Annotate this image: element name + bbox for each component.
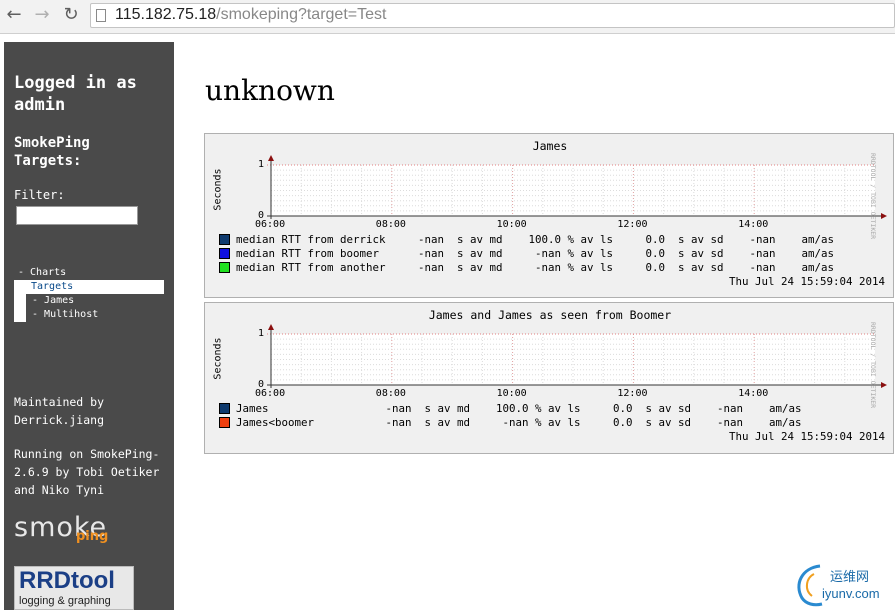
login-user: admin: [14, 95, 66, 115]
smokeping-logo[interactable]: smoke ping: [14, 512, 139, 550]
watermark-cn: 运维网: [830, 570, 870, 585]
targets-heading-line-1: SmokePing: [14, 135, 90, 151]
menu-item-multihost[interactable]: - Multihost: [26, 308, 98, 322]
menu-item-james-row: - James: [14, 294, 164, 308]
graph-vendor-label: RRDTOOL / TOBI OETIKER: [869, 153, 877, 240]
x-tick-label: 10:00: [496, 388, 527, 399]
page-title: unknown: [205, 74, 335, 107]
legend-swatch: [219, 233, 230, 245]
legend-swatch: [219, 247, 230, 259]
page-icon: [96, 9, 106, 22]
x-tick-label: 12:00: [617, 388, 648, 399]
target-menu: - Charts Targets - James - Multihost: [14, 266, 164, 322]
y-axis-arrow-icon: [268, 324, 274, 330]
graph-y-label: Seconds: [212, 337, 224, 380]
maintainer-line-1: Maintained by: [14, 395, 105, 409]
back-icon[interactable]: ←: [3, 4, 25, 26]
x-tick-label: 12:00: [617, 219, 648, 230]
legend-swatch: [219, 261, 230, 273]
rrdtool-logo-sub: logging & graphing: [19, 595, 111, 607]
x-tick-label: 06:00: [255, 388, 286, 399]
login-status: Logged in as admin: [14, 72, 137, 116]
graph-timestamp: Thu Jul 24 15:59:04 2014: [728, 430, 885, 443]
legend-row: James -nan s av md 100.0 % av ls 0.0 s a…: [219, 402, 802, 416]
y-tick-label: 1: [258, 328, 265, 339]
legend-swatch: [219, 416, 230, 428]
address-bar[interactable]: 115.182.75.18/smokeping?target=Test: [90, 3, 895, 28]
menu-item-charts[interactable]: - Charts: [18, 266, 164, 280]
x-tick-label: 14:00: [738, 219, 769, 230]
legend-text: median RTT from derrick -nan s av md 100…: [236, 233, 835, 246]
x-tick-label: 06:00: [255, 219, 286, 230]
graph-vendor-label: RRDTOOL / TOBI OETIKER: [869, 322, 877, 409]
menu-indent-bar: [14, 308, 26, 322]
sidebar: Logged in as admin SmokePing Targets: Fi…: [4, 42, 174, 610]
y-axis-arrow-icon: [268, 155, 274, 161]
legend-text: James -nan s av md 100.0 % av ls 0.0 s a…: [236, 402, 802, 415]
graph-timestamp: Thu Jul 24 15:59:04 2014: [728, 275, 885, 288]
x-tick-label: 14:00: [738, 388, 769, 399]
graph-title: James and James as seen from Boomer: [428, 308, 672, 322]
site-watermark: 运维网 iyunv.com: [792, 560, 892, 608]
legend-text: median RTT from another -nan s av md -na…: [236, 261, 835, 274]
rrdtool-logo-word: RRDtool: [19, 567, 115, 594]
legend-row: median RTT from derrick -nan s av md 100…: [219, 233, 834, 247]
graph-panel[interactable]: James and James as seen from Boomer Secon…: [204, 302, 894, 454]
version-line-1: Running on SmokePing-: [14, 447, 160, 461]
maintainer-name: Derrick.jiang: [14, 413, 105, 427]
maintainer-info: Maintained by Derrick.jiang: [14, 393, 104, 429]
url-path: /smokeping?target=Test: [216, 6, 387, 23]
menu-item-targets-row: Targets: [14, 280, 164, 294]
version-info: Running on SmokePing- 2.6.9 by Tobi Oeti…: [14, 445, 159, 499]
reload-icon[interactable]: ↻: [60, 4, 82, 26]
filter-label: Filter:: [14, 188, 65, 202]
menu-item-multihost-row: - Multihost: [14, 308, 164, 322]
version-line-3: and Niko Tyni: [14, 483, 105, 497]
legend-text: James<boomer -nan s av md -nan % av ls 0…: [236, 416, 802, 429]
legend-text: median RTT from boomer -nan s av md -nan…: [236, 247, 835, 260]
x-axis-arrow-icon: [881, 382, 887, 388]
targets-heading: SmokePing Targets:: [14, 134, 90, 170]
x-tick-label: 08:00: [375, 388, 406, 399]
watermark-en: iyunv.com: [822, 586, 880, 601]
graph-title: James: [532, 139, 568, 153]
targets-heading-line-2: Targets:: [14, 153, 82, 169]
graph-panel[interactable]: James Seconds RRDTOOL / TOBI OETIKER 1 0 06:0…: [204, 133, 894, 298]
rrdtool-logo[interactable]: RRDtool logging & graphing: [14, 566, 134, 610]
x-axis-arrow-icon: [881, 213, 887, 219]
legend-swatch: [219, 402, 230, 414]
ping-logo-word: ping: [76, 529, 109, 544]
x-tick-label: 10:00: [496, 219, 527, 230]
browser-toolbar: ← → ↻ 115.182.75.18/smokeping?target=Tes…: [0, 0, 895, 34]
legend-row: median RTT from boomer -nan s av md -nan…: [219, 247, 834, 261]
legend-row: James<boomer -nan s av md -nan % av ls 0…: [219, 416, 802, 430]
menu-indent-bar: [14, 294, 26, 308]
url-host: 115.182.75.18: [115, 6, 217, 23]
login-line-1: Logged in as: [14, 73, 137, 93]
version-line-2: 2.6.9 by Tobi Oetiker: [14, 465, 160, 479]
x-tick-label: 08:00: [375, 219, 406, 230]
forward-icon[interactable]: →: [31, 4, 53, 26]
graph-y-label: Seconds: [212, 168, 224, 211]
y-tick-label: 1: [258, 159, 265, 170]
menu-item-james[interactable]: - James: [26, 294, 74, 308]
filter-input[interactable]: [16, 206, 138, 225]
url-text[interactable]: 115.182.75.18/smokeping?target=Test: [115, 6, 386, 24]
legend-row: median RTT from another -nan s av md -na…: [219, 261, 834, 275]
menu-item-targets[interactable]: Targets: [31, 280, 73, 294]
